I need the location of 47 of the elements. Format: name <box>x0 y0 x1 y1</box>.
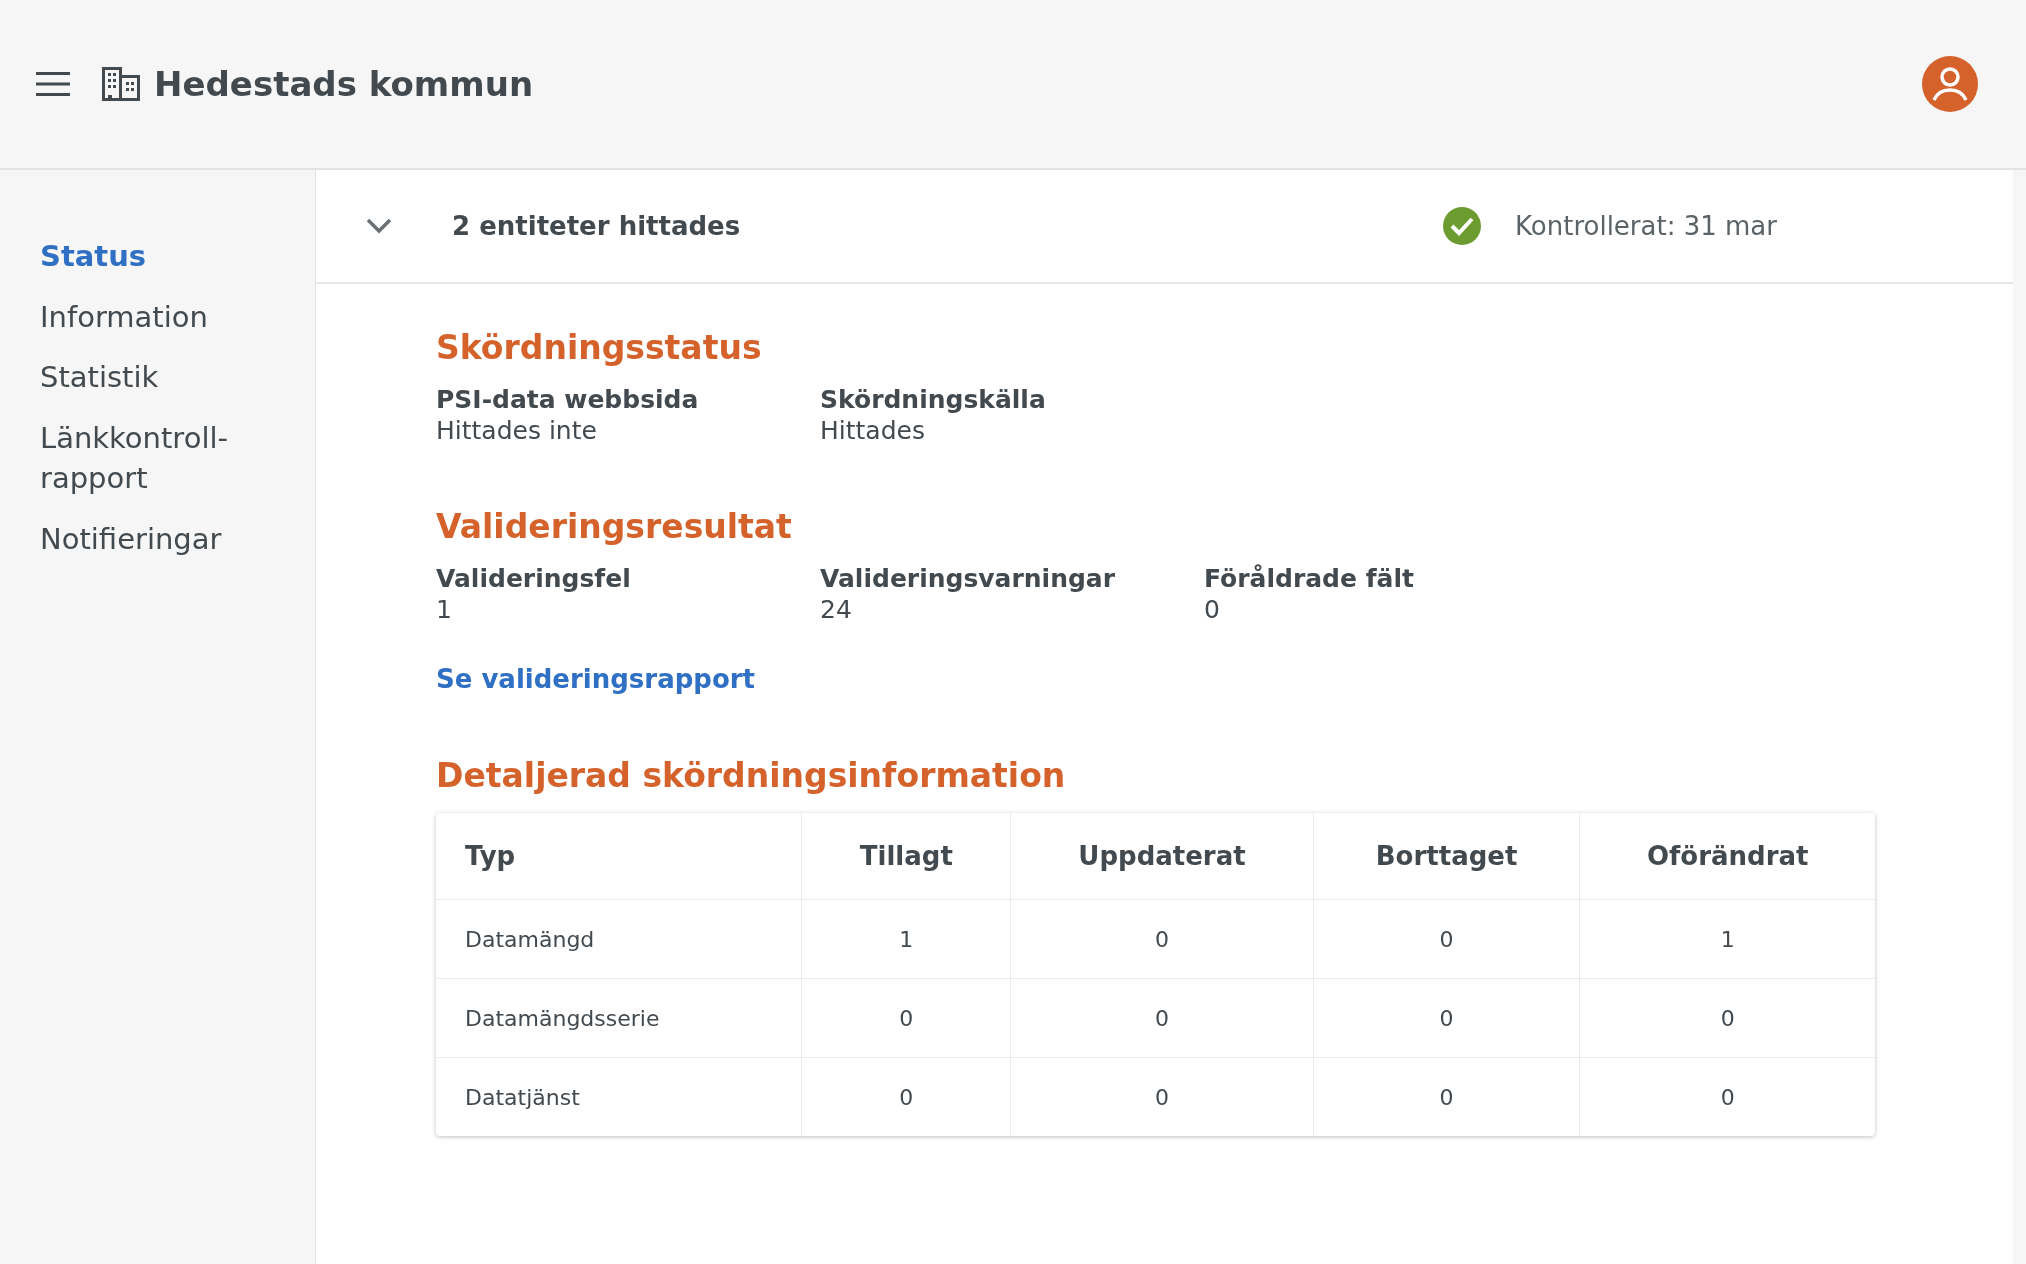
field-value: Hittades inte <box>436 416 598 445</box>
table-cell: 0 <box>1579 1057 1875 1136</box>
field-value: 1 <box>436 595 453 624</box>
column-header: Oförändrat <box>1579 813 1875 900</box>
sidebar-item[interactable]: Information <box>40 296 315 338</box>
menu-icon[interactable] <box>36 72 70 96</box>
field-label: Valideringsvarningar <box>820 564 1117 593</box>
section-heading: Valideringsresultat <box>436 507 793 546</box>
avatar-icon[interactable] <box>1922 56 1978 112</box>
table-cell: 0 <box>801 1057 1011 1136</box>
field-value: 0 <box>1204 595 1221 624</box>
chevron-icon[interactable] <box>366 218 392 234</box>
table-cell: 0 <box>1313 899 1580 979</box>
column-header: Uppdaterat <box>1010 813 1314 900</box>
field-label: PSI-data webbsida <box>436 385 700 414</box>
table-cell: 0 <box>1010 978 1314 1058</box>
table-cell: 0 <box>801 978 1011 1058</box>
table-cell: 0 <box>1010 899 1314 979</box>
check-icon <box>1443 207 1482 245</box>
sidebar-item[interactable]: Länkkontroll- rapport <box>40 417 315 499</box>
sidebar-item[interactable]: Statistik <box>40 357 315 398</box>
section-heading: Skördningsstatus <box>436 328 763 367</box>
summary-title: 2 entiteter hittades <box>452 211 742 241</box>
sidebar-item[interactable]: Status <box>40 236 315 277</box>
table-cell: 1 <box>801 899 1011 979</box>
column-header: Borttaget <box>1313 813 1580 900</box>
table-cell: Datamängd <box>436 899 802 979</box>
field-label: Valideringsfel <box>436 564 632 593</box>
sidebar-item[interactable]: Notifieringar <box>40 518 315 560</box>
column-header: Tillagt <box>801 813 1011 900</box>
table-cell: 0 <box>1313 1057 1580 1136</box>
table-cell: Datamängdsserie <box>436 978 802 1058</box>
section-heading: Detaljerad skördningsinformation <box>436 756 1067 795</box>
column-header: Typ <box>436 813 802 900</box>
field-value: 24 <box>820 595 853 624</box>
table-cell: Datatjänst <box>436 1057 802 1136</box>
checked-date: Kontrollerat: 31 mar <box>1515 211 1777 241</box>
table-cell: 0 <box>1010 1057 1314 1136</box>
table-cell: 0 <box>1579 978 1875 1058</box>
report-link[interactable]: Se valideringsrapport <box>436 664 755 694</box>
field-label: Föråldrade fält <box>1204 564 1415 593</box>
table-cell: 0 <box>1313 978 1580 1058</box>
building-icon <box>102 67 140 101</box>
field-label: Skördningskälla <box>820 385 1047 414</box>
table-cell: 1 <box>1579 899 1875 979</box>
organization-title: Hedestads kommun <box>154 64 535 104</box>
field-value: Hittades <box>820 416 926 445</box>
